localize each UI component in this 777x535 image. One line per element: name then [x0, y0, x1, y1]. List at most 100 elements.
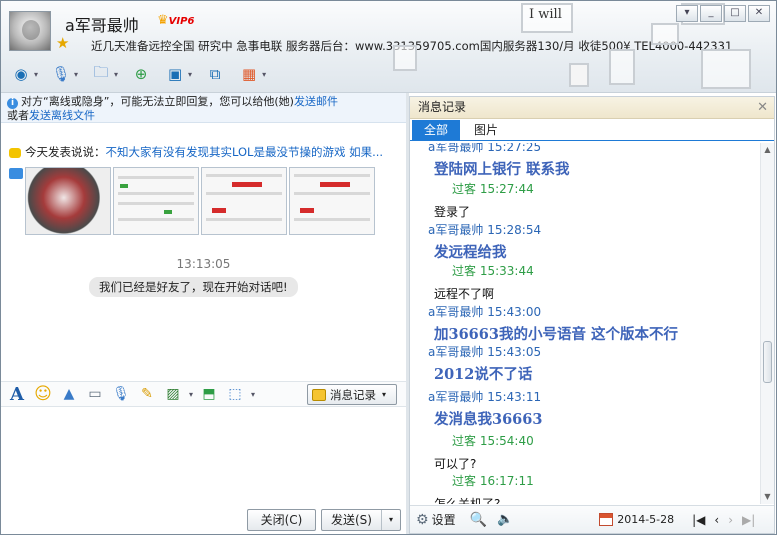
video-clip-icon[interactable]: ▭	[85, 384, 105, 404]
tab-images[interactable]: 图片	[462, 120, 510, 140]
message-header: a军哥最帅 15:27:25	[410, 143, 762, 155]
search-icon[interactable]: 🔍	[470, 512, 487, 528]
gear-icon: ⚙	[416, 511, 429, 528]
info-icon: i	[7, 98, 18, 109]
history-scrollbar[interactable]: ▲ ▼	[760, 143, 774, 504]
history-message: a军哥最帅 15:28:54 发远程给我	[410, 221, 762, 262]
voice-call-button[interactable]: 🎙 ▾	[47, 61, 81, 87]
message-header: 过客 16:17:11	[410, 472, 762, 489]
gift-icon[interactable]: ⬒	[199, 384, 219, 404]
file-transfer-button[interactable]: 🗀 ▾	[87, 61, 121, 87]
chevron-down-icon[interactable]: ▾	[382, 510, 400, 530]
sender-name: 过客	[452, 434, 477, 448]
decor-text: I will	[529, 7, 562, 22]
history-tabs: 全部 图片	[410, 119, 774, 141]
next-page-icon[interactable]: ›	[728, 513, 733, 527]
notice-text-or: 或者	[7, 109, 29, 122]
tab-all[interactable]: 全部	[412, 120, 461, 140]
minimize-button[interactable]: _	[700, 5, 722, 22]
window-controls: ▾ _ □ ✕	[676, 5, 770, 22]
app-button[interactable]: ⧉	[201, 61, 229, 87]
photo-thumbnail[interactable]	[113, 167, 199, 235]
send-offline-file-link[interactable]: 发送离线文件	[29, 109, 95, 122]
remote-desktop-button[interactable]: ▣ ▾	[161, 61, 195, 87]
sender-name: 过客	[452, 182, 477, 196]
history-icon	[312, 388, 326, 401]
send-label: 发送(S)	[322, 510, 382, 530]
contact-nickname: a军哥最帅	[65, 16, 139, 35]
photo-thumbnail[interactable]	[201, 167, 287, 235]
history-message: 过客 15:27:44 登录了	[410, 180, 762, 220]
message-input[interactable]	[1, 407, 406, 503]
today-status-prefix: 今天发表说说：	[25, 145, 106, 159]
group-chat-button[interactable]: ⊕	[127, 61, 155, 87]
image-icon[interactable]: ▨	[163, 384, 183, 404]
apps-button[interactable]: ▦ ▾	[235, 61, 269, 87]
chevron-down-icon: ▾	[114, 69, 119, 79]
today-status-link[interactable]: 不知大家有没有发现其实LOL是最没节操的游戏 如果...	[106, 145, 384, 159]
send-bar: 关闭(C) 发送(S) ▾	[1, 503, 406, 534]
history-title-bar: 消息记录 ✕	[410, 97, 774, 119]
message-text: 远程不了啊	[434, 287, 495, 301]
message-time: 15:54:40	[479, 434, 534, 448]
shake-icon[interactable]: ▲	[59, 384, 79, 404]
history-message: a军哥最帅 15:43:05 2012说不了话	[410, 343, 762, 384]
star-icon[interactable]: ★	[56, 34, 69, 52]
last-page-icon[interactable]: ▶|	[742, 513, 755, 527]
message-header: 过客 15:27:44	[410, 180, 762, 197]
video-call-button[interactable]: ◉ ▾	[7, 61, 41, 87]
skin-button[interactable]: ▾	[676, 5, 698, 22]
close-icon[interactable]: ✕	[757, 97, 768, 118]
vip-label: VIP6	[168, 16, 195, 27]
sender-name: a军哥最帅	[428, 223, 484, 237]
send-button[interactable]: 发送(S) ▾	[321, 509, 401, 531]
notice-text: 对方“离线或隐身”，可能无法立即回复，您可以给他(她)	[21, 95, 294, 108]
sender-name: a军哥最帅	[428, 143, 484, 154]
sender-name: a军哥最帅	[428, 390, 484, 404]
message-time: 15:27:25	[487, 143, 542, 154]
history-title: 消息记录	[418, 100, 467, 114]
camera-icon: ◉	[14, 65, 28, 83]
maximize-button[interactable]: □	[724, 5, 746, 22]
message-text: 可以了?	[434, 457, 477, 471]
close-button[interactable]: 关闭(C)	[247, 509, 316, 531]
date-picker[interactable]: 2014-5-28	[599, 513, 674, 526]
avatar[interactable]	[9, 11, 51, 51]
voice-message-icon[interactable]: 🎙	[111, 384, 131, 404]
message-header: a军哥最帅 15:28:54	[410, 221, 762, 238]
note-icon[interactable]: ✎	[137, 384, 157, 404]
message-time: 15:33:44	[479, 264, 534, 278]
message-history-button[interactable]: 消息记录 ▾	[307, 384, 397, 405]
decor-frame	[569, 63, 589, 87]
system-message: 我们已经是好友了，现在开始对话吧!	[89, 277, 298, 297]
scrollbar-thumb[interactable]	[763, 341, 772, 383]
message-time: 16:17:11	[479, 474, 534, 488]
add-contact-icon: ⊕	[134, 65, 148, 83]
close-window-button[interactable]: ✕	[748, 5, 770, 22]
send-email-link[interactable]: 发送邮件	[294, 95, 338, 108]
previous-page-icon[interactable]: ‹	[714, 513, 719, 527]
message-time: 15:27:44	[479, 182, 534, 196]
first-page-icon[interactable]: |◀	[692, 513, 705, 527]
sender-name: 过客	[452, 474, 477, 488]
chevron-down-icon[interactable]: ▾	[251, 390, 255, 399]
message-time: 15:43:00	[487, 305, 542, 319]
message-header: a军哥最帅 15:43:00	[410, 303, 762, 320]
scroll-down-icon[interactable]: ▼	[761, 490, 774, 504]
speaker-icon[interactable]: 🔈	[497, 512, 513, 527]
screenshot-icon[interactable]: ⬚	[225, 384, 245, 404]
photo-thumbnail[interactable]	[25, 167, 111, 235]
message-time: 15:28:54	[487, 223, 542, 237]
emoji-icon[interactable]: ☺	[33, 384, 53, 404]
message-header: a军哥最帅 15:43:11	[410, 388, 762, 405]
font-icon[interactable]: A	[7, 384, 27, 405]
scroll-up-icon[interactable]: ▲	[761, 143, 774, 157]
history-message: a军哥最帅 15:27:25 登陆网上银行 联系我	[410, 143, 762, 179]
chat-toolbar: ◉ ▾ 🎙 ▾ 🗀 ▾ ⊕ ▣ ▾ ⧉ ▦ ▾	[7, 59, 269, 89]
history-message: a军哥最帅 15:43:11 发消息我36663	[410, 388, 762, 429]
chevron-down-icon[interactable]: ▾	[189, 390, 193, 399]
settings-button[interactable]: ⚙ 设置	[416, 511, 456, 528]
sender-name: a军哥最帅	[428, 345, 484, 359]
photo-thumbnail[interactable]	[289, 167, 375, 235]
vip-badge[interactable]: ♛VIP6	[157, 13, 194, 28]
